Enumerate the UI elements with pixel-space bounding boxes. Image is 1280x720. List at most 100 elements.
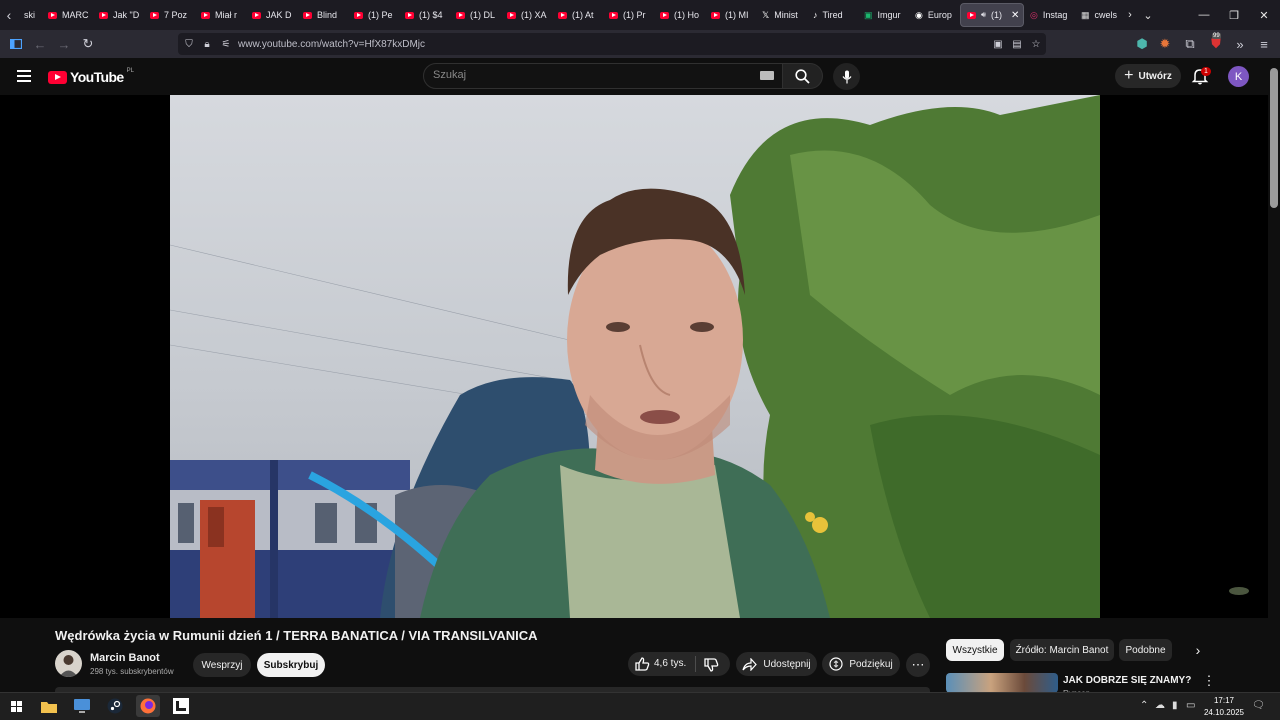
overflow-menu-icon[interactable]: » <box>1228 30 1252 58</box>
tab-label: (1) Ho <box>674 10 700 20</box>
more-actions-button[interactable]: ⋯ <box>906 653 930 677</box>
address-bar[interactable]: ⛉ 🔒︎ ⚟ www.youtube.com/watch?v=HfX87kxDM… <box>178 33 1046 55</box>
browser-tab[interactable]: 🔊︎ (1) ✕ <box>960 3 1024 27</box>
reader-view-icon[interactable]: ▤ <box>1009 33 1025 55</box>
browser-tab[interactable]: (1) XA <box>501 3 552 27</box>
tab-label: Tired <box>822 10 843 20</box>
youtube-wordmark: YouTube <box>70 69 124 85</box>
like-count[interactable]: 4,6 tys. <box>654 658 686 669</box>
chip-all[interactable]: Wszystkie <box>946 639 1004 661</box>
dislike-icon[interactable] <box>703 657 719 673</box>
keyboard-icon[interactable] <box>760 71 774 80</box>
tiktok-favicon-icon: ♪ <box>813 10 818 20</box>
subscribe-button[interactable]: Subskrybuj <box>257 653 325 677</box>
account-avatar[interactable]: K <box>1228 66 1249 87</box>
tab-list-dropdown-icon[interactable]: ⌄ <box>1132 0 1164 30</box>
taskbar-date[interactable]: 24.10.2025 <box>1202 708 1246 717</box>
guide-menu-icon[interactable] <box>17 70 31 82</box>
file-explorer-icon[interactable] <box>37 695 61 717</box>
browser-tab[interactable]: (1) Pr <box>603 3 654 27</box>
monitor-app-icon[interactable] <box>70 695 94 717</box>
browser-tab[interactable]: Miał r <box>195 3 246 27</box>
chip-from-channel[interactable]: Źródło: Marcin Banot <box>1010 639 1114 661</box>
app-menu-icon[interactable]: ≡ <box>1252 30 1276 58</box>
bookmark-star-icon[interactable]: ☆ <box>1028 33 1044 55</box>
tab-label: MARC <box>62 10 89 20</box>
scrollbar-thumb[interactable] <box>1270 68 1278 208</box>
vpn-extension-icon[interactable]: ⬢ <box>1130 30 1154 58</box>
search-input[interactable] <box>433 69 733 81</box>
tab-label: Europ <box>927 10 952 20</box>
network-icon[interactable]: ▭ <box>1186 700 1195 711</box>
extensions-icon[interactable]: ⧉ <box>1178 30 1202 58</box>
channel-name[interactable]: Marcin Banot <box>90 652 160 664</box>
browser-tab[interactable]: (1) Ho <box>654 3 705 27</box>
browser-tab[interactable]: ski <box>18 3 42 27</box>
audio-playing-icon[interactable]: 🔊︎ <box>981 10 986 20</box>
onedrive-icon[interactable]: ☁ <box>1155 700 1165 711</box>
browser-tab[interactable]: 7 Poz <box>144 3 195 27</box>
tray-expand-icon[interactable]: ⌃ <box>1140 700 1148 711</box>
browser-tab[interactable]: 𝕏 Minist <box>756 3 807 27</box>
browser-tab[interactable]: Jak "D <box>93 3 144 27</box>
browser-tab[interactable]: (1) At <box>552 3 603 27</box>
notification-center-icon[interactable]: 🗨︎ <box>1252 700 1265 711</box>
browser-tab[interactable]: (1) $4 <box>399 3 450 27</box>
browser-tab[interactable]: ◎ Instag <box>1024 3 1075 27</box>
like-icon[interactable] <box>634 656 650 672</box>
browser-tab[interactable]: ♪ Tired <box>807 3 858 27</box>
youtube-logo[interactable]: YouTube PL <box>48 68 134 85</box>
lock-icon[interactable]: 🔒︎ <box>199 33 215 55</box>
back-icon[interactable]: ← <box>28 30 52 58</box>
recommendation-title[interactable]: JAK DOBRZE SIĘ ZNAMY? <box>1063 675 1191 686</box>
browser-tab[interactable]: ▣ Imgur <box>858 3 909 27</box>
close-window-icon[interactable]: ✕ <box>1248 0 1280 30</box>
browser-tab[interactable]: MARC <box>42 3 93 27</box>
chevron-right-icon[interactable]: › <box>1190 642 1206 658</box>
reload-icon[interactable]: ↻ <box>76 30 100 58</box>
channel-watermark-icon[interactable] <box>1228 583 1250 595</box>
minimize-icon[interactable]: — <box>1188 0 1220 30</box>
shield-icon[interactable]: ⛉ <box>181 33 197 55</box>
restore-icon[interactable]: ❐ <box>1218 0 1250 30</box>
video-frame[interactable] <box>170 95 1100 618</box>
browser-tab[interactable]: Blind <box>297 3 348 27</box>
notification-count-badge: 1 <box>1201 67 1211 76</box>
channel-avatar[interactable] <box>55 650 82 677</box>
support-button[interactable]: Wesprzyj <box>193 653 251 677</box>
terminal-app-icon[interactable] <box>169 695 193 717</box>
instagram-favicon-icon: ◎ <box>1030 9 1038 20</box>
close-tab-icon[interactable]: ✕ <box>1011 10 1019 21</box>
create-button[interactable]: + Utwórz <box>1115 64 1181 88</box>
thanks-button[interactable]: Podziękuj <box>822 652 900 676</box>
chip-related[interactable]: Podobne <box>1119 639 1172 661</box>
browser-tab[interactable]: (1) MI <box>705 3 756 27</box>
europe-favicon-icon: ◉ <box>915 9 923 20</box>
browser-tab[interactable]: (1) DL <box>450 3 501 27</box>
steam-icon[interactable] <box>103 695 127 717</box>
share-button[interactable]: Udostępnij <box>736 652 817 676</box>
recommendation-thumbnail[interactable] <box>946 673 1058 693</box>
search-button[interactable] <box>783 63 823 89</box>
forward-icon[interactable]: → <box>52 30 76 58</box>
browser-tab[interactable]: (1) Pe <box>348 3 399 27</box>
tab-scroll-left-icon[interactable]: ‹ <box>0 0 18 30</box>
more-vertical-icon[interactable]: ⋮ <box>1203 673 1216 689</box>
sidebar-toggle-icon[interactable] <box>4 30 28 58</box>
permissions-icon[interactable]: ⚟ <box>218 33 234 55</box>
youtube-favicon-icon <box>150 11 159 19</box>
create-label: Utwórz <box>1138 70 1172 82</box>
browser-tab[interactable]: JAK D <box>246 3 297 27</box>
picture-in-picture-icon[interactable]: ▣ <box>990 33 1006 55</box>
taskbar-time[interactable]: 17:17 <box>1206 696 1242 705</box>
start-icon[interactable] <box>4 695 28 717</box>
voice-search-button[interactable] <box>833 63 860 90</box>
fox-extension-icon[interactable]: ✹ <box>1153 30 1177 58</box>
browser-tab[interactable]: ◉ Europ <box>909 3 960 27</box>
usb-device-icon[interactable]: ▮ <box>1172 700 1178 711</box>
firefox-icon[interactable] <box>136 695 160 717</box>
search-box[interactable] <box>423 63 783 89</box>
plus-icon: + <box>1124 67 1134 84</box>
tab-label: (1) At <box>572 10 594 20</box>
video-still <box>170 95 1100 618</box>
